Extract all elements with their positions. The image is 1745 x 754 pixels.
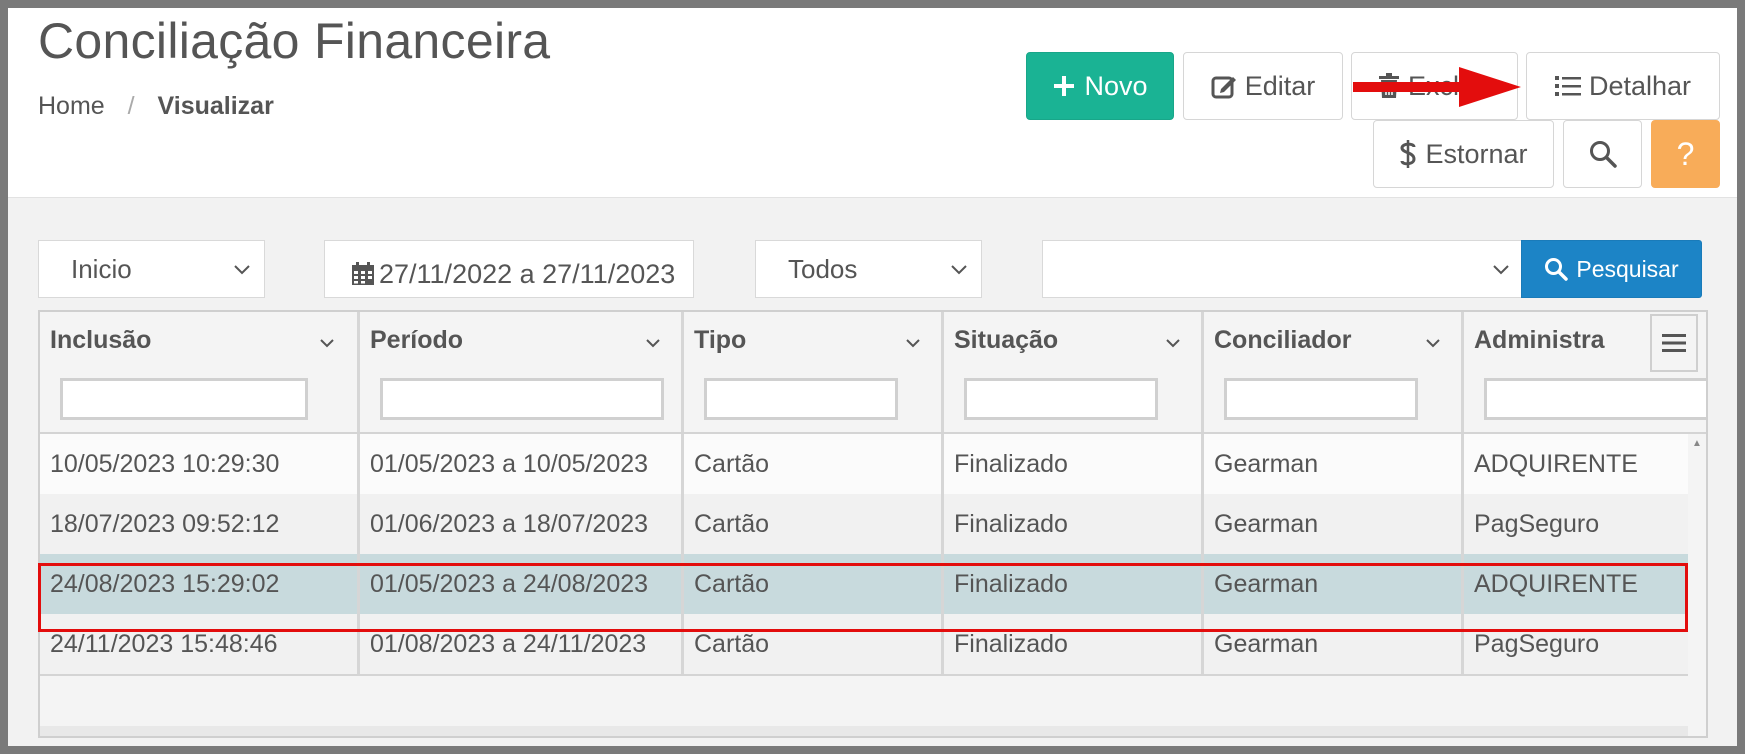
- date-range-field[interactable]: 27/11/2022 a 27/11/2023: [324, 240, 694, 298]
- date-type-value: Inicio: [71, 253, 132, 284]
- filter-input-periodo[interactable]: [380, 378, 664, 420]
- plus-icon: [1054, 76, 1075, 96]
- cell-conciliador: Gearman: [1204, 494, 1464, 554]
- cell-administradora: ADQUIRENTE: [1474, 450, 1638, 478]
- dollar-icon: [1400, 140, 1416, 168]
- grid-divider: [40, 674, 1688, 676]
- detalhar-label: Detalhar: [1588, 70, 1692, 101]
- cell-periodo: 01/05/2023 a 24/08/2023: [360, 554, 684, 614]
- cell-situacao: Finalizado: [944, 434, 1204, 494]
- vertical-scrollbar[interactable]: [1690, 434, 1706, 736]
- cell-inclusao: 10/05/2023 10:29:30: [40, 434, 360, 494]
- filter-input-tipo[interactable]: [704, 378, 898, 420]
- cell-tipo: Cartão: [684, 614, 944, 674]
- breadcrumb-current: Visualizar: [157, 92, 274, 120]
- cell-administradora: PagSeguro: [1474, 510, 1600, 538]
- data-grid: Inclusão Período Tipo Situação Conciliad: [38, 310, 1708, 738]
- column-label: Conciliador: [1214, 326, 1352, 354]
- excluir-button[interactable]: Excluir: [1351, 52, 1518, 120]
- filter-input-conciliador[interactable]: [1224, 378, 1418, 420]
- filter-bar: Inicio 27/11/2022 a 27/11/2023 Todos Pes…: [8, 240, 1737, 300]
- column-header-tipo[interactable]: Tipo: [684, 312, 944, 432]
- chevron-down-icon[interactable]: [318, 334, 336, 352]
- pesquisar-button[interactable]: Pesquisar: [1521, 240, 1702, 298]
- date-type-select[interactable]: Inicio: [38, 240, 265, 298]
- search-icon: [1589, 141, 1617, 168]
- excluir-label: Excluir: [1408, 70, 1490, 101]
- date-range-value: 27/11/2022 a 27/11/2023: [379, 259, 676, 289]
- column-header-periodo[interactable]: Período: [360, 312, 684, 432]
- help-button[interactable]: ?: [1651, 120, 1720, 188]
- list-icon: [1554, 76, 1581, 96]
- column-label: Período: [370, 326, 464, 354]
- app-frame: Conciliação Financeira Home / Visualizar…: [8, 8, 1737, 746]
- cell-tipo: Cartão: [684, 554, 944, 614]
- chevron-down-icon[interactable]: [904, 334, 922, 352]
- edit-icon: [1211, 76, 1236, 99]
- cell-conciliador: Gearman: [1204, 614, 1464, 674]
- situacao-value: Todos: [788, 253, 858, 284]
- column-label: Situação: [954, 326, 1059, 354]
- filter-input-situacao[interactable]: [964, 378, 1158, 420]
- breadcrumb: Home / Visualizar: [38, 92, 274, 121]
- table-row-selected[interactable]: 24/08/2023 15:29:02 01/05/2023 a 24/08/2…: [40, 554, 1688, 614]
- situacao-select[interactable]: Todos: [755, 240, 982, 298]
- cell-tipo: Cartão: [684, 494, 944, 554]
- grid-header: Inclusão Período Tipo Situação Conciliad: [40, 312, 1706, 434]
- estornar-button[interactable]: Estornar: [1373, 120, 1554, 188]
- editar-button[interactable]: Editar: [1183, 52, 1343, 120]
- menu-icon: [1662, 334, 1686, 352]
- cell-conciliador: Gearman: [1204, 554, 1464, 614]
- chevron-down-icon[interactable]: [1164, 334, 1182, 352]
- cell-situacao: Finalizado: [944, 614, 1204, 674]
- chevron-down-icon[interactable]: [1424, 334, 1442, 352]
- cell-administradora: ADQUIRENTE: [1474, 570, 1638, 598]
- cell-inclusao: 24/11/2023 15:48:46: [40, 614, 360, 674]
- column-label: Tipo: [694, 326, 747, 354]
- chevron-down-icon: [234, 265, 250, 275]
- search-icon: [1545, 258, 1569, 281]
- cell-conciliador: Gearman: [1204, 434, 1464, 494]
- chevron-down-icon: [1493, 265, 1509, 275]
- table-row[interactable]: 10/05/2023 10:29:30 01/05/2023 a 10/05/2…: [40, 434, 1688, 494]
- filter-input-administradora[interactable]: [1484, 378, 1706, 420]
- page-header: Conciliação Financeira Home / Visualizar…: [8, 8, 1737, 198]
- cell-tipo: Cartão: [684, 434, 944, 494]
- column-menu-button[interactable]: [1650, 314, 1698, 372]
- column-label: Administra: [1474, 326, 1605, 354]
- calendar-icon: [352, 262, 374, 285]
- pesquisar-label: Pesquisar: [1576, 255, 1679, 282]
- column-header-conciliador[interactable]: Conciliador: [1204, 312, 1464, 432]
- help-label: ?: [1676, 135, 1695, 172]
- table-row[interactable]: 18/07/2023 09:52:12 01/06/2023 a 18/07/2…: [40, 494, 1688, 554]
- scroll-up-icon[interactable]: ▲: [1692, 438, 1702, 449]
- novo-label: Novo: [1084, 70, 1148, 101]
- breadcrumb-separator: /: [127, 92, 135, 120]
- cell-inclusao: 24/08/2023 15:29:02: [40, 554, 360, 614]
- chevron-down-icon: [951, 265, 967, 275]
- column-label: Inclusão: [50, 326, 152, 354]
- editar-label: Editar: [1244, 70, 1316, 101]
- cell-situacao: Finalizado: [944, 494, 1204, 554]
- conciliador-select[interactable]: [1042, 240, 1524, 298]
- cell-periodo: 01/08/2023 a 24/11/2023: [360, 614, 684, 674]
- horizontal-scrollbar[interactable]: [40, 726, 1688, 736]
- cell-administradora: PagSeguro: [1474, 630, 1600, 658]
- page-title: Conciliação Financeira: [38, 13, 551, 69]
- cell-periodo: 01/06/2023 a 18/07/2023: [360, 494, 684, 554]
- detalhar-button[interactable]: Detalhar: [1526, 52, 1720, 120]
- breadcrumb-home[interactable]: Home: [38, 92, 105, 120]
- search-button[interactable]: [1563, 120, 1642, 188]
- novo-button[interactable]: Novo: [1026, 52, 1174, 120]
- cell-periodo: 01/05/2023 a 10/05/2023: [360, 434, 684, 494]
- table-row[interactable]: 24/11/2023 15:48:46 01/08/2023 a 24/11/2…: [40, 614, 1688, 674]
- estornar-label: Estornar: [1425, 138, 1528, 169]
- cell-situacao: Finalizado: [944, 554, 1204, 614]
- trash-icon: [1379, 73, 1399, 98]
- column-header-inclusao[interactable]: Inclusão: [40, 312, 360, 432]
- cell-inclusao: 18/07/2023 09:52:12: [40, 494, 360, 554]
- filter-input-inclusao[interactable]: [60, 378, 308, 420]
- column-header-situacao[interactable]: Situação: [944, 312, 1204, 432]
- chevron-down-icon[interactable]: [644, 334, 662, 352]
